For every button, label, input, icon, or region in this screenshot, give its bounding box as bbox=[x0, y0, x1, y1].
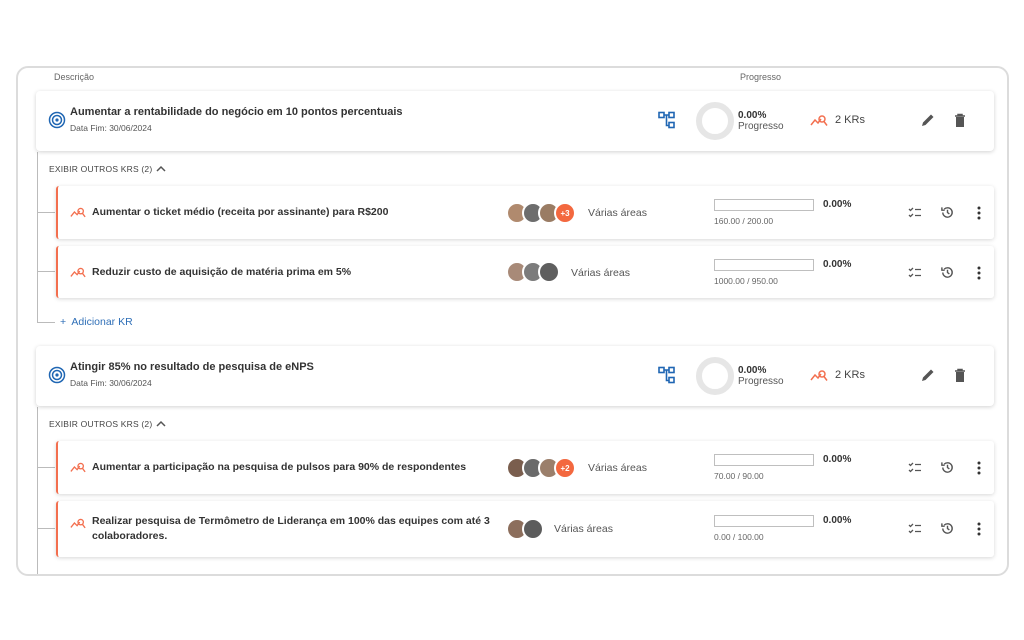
history-icon[interactable] bbox=[940, 205, 955, 220]
objective-card[interactable]: Atingir 85% no resultado de pesquisa de … bbox=[36, 346, 994, 406]
history-icon[interactable] bbox=[940, 521, 955, 536]
tree-line bbox=[37, 407, 38, 574]
tree-line bbox=[37, 152, 38, 322]
kr-count: 2 KRs bbox=[835, 369, 865, 381]
key-result-title[interactable]: Reduzir custo de aquisição de matéria pr… bbox=[92, 265, 351, 280]
objective-title[interactable]: Aumentar a rentabilidade do negócio em 1… bbox=[70, 106, 403, 118]
kr-count: 2 KRs bbox=[835, 114, 865, 126]
checklist-icon[interactable] bbox=[908, 206, 922, 220]
key-result-icon bbox=[810, 370, 828, 381]
more-avatars-badge[interactable]: +2 bbox=[554, 457, 576, 479]
kr-progress-value: 0.00% bbox=[823, 259, 852, 270]
progress-column-header: Progresso bbox=[740, 72, 782, 82]
checklist-icon[interactable] bbox=[908, 266, 922, 280]
trash-icon[interactable] bbox=[952, 367, 968, 383]
kr-progress-bar bbox=[714, 259, 814, 271]
target-icon bbox=[48, 366, 66, 384]
responsible-avatars[interactable] bbox=[506, 261, 560, 283]
toggle-other-krs[interactable]: EXIBIR OUTROS KRS (2) bbox=[49, 164, 152, 174]
objective-progress-label: Progresso bbox=[738, 376, 784, 387]
kr-current-target: 70.00 / 90.00 bbox=[714, 471, 764, 481]
objective-card[interactable]: Aumentar a rentabilidade do negócio em 1… bbox=[36, 91, 994, 151]
objective-progress-value: 0.00% bbox=[738, 365, 767, 376]
key-result-icon bbox=[810, 115, 828, 126]
key-result-title[interactable]: Aumentar a participação na pesquisa de p… bbox=[92, 460, 466, 475]
objective-title[interactable]: Atingir 85% no resultado de pesquisa de … bbox=[70, 361, 314, 373]
areas-label: Várias áreas bbox=[588, 207, 647, 219]
toggle-other-krs[interactable]: EXIBIR OUTROS KRS (2) bbox=[49, 419, 152, 429]
tree-branch bbox=[37, 528, 55, 529]
target-icon bbox=[48, 111, 66, 129]
more-options-icon[interactable] bbox=[976, 206, 982, 220]
tree-branch bbox=[37, 212, 55, 213]
checklist-icon[interactable] bbox=[908, 461, 922, 475]
kr-progress-bar bbox=[714, 454, 814, 466]
tree-branch bbox=[37, 271, 55, 272]
checklist-icon[interactable] bbox=[908, 522, 922, 536]
more-options-icon[interactable] bbox=[976, 266, 982, 280]
objective-end-date: Data Fim: 30/06/2024 bbox=[70, 123, 152, 133]
history-icon[interactable] bbox=[940, 460, 955, 475]
kr-current-target: 0.00 / 100.00 bbox=[714, 532, 764, 542]
objective-progress-label: Progresso bbox=[738, 121, 784, 132]
key-result-icon bbox=[70, 207, 86, 218]
key-result-card[interactable]: Realizar pesquisa de Termômetro de Lider… bbox=[56, 501, 994, 557]
key-result-title[interactable]: Realizar pesquisa de Termômetro de Lider… bbox=[92, 514, 502, 544]
tree-branch bbox=[37, 322, 55, 323]
trash-icon[interactable] bbox=[952, 112, 968, 128]
key-result-icon bbox=[70, 267, 86, 278]
okr-panel: Descrição Progresso Aumentar a rentabili… bbox=[16, 66, 1009, 576]
plus-icon: + bbox=[60, 316, 67, 328]
kr-progress-value: 0.00% bbox=[823, 454, 852, 465]
key-result-card[interactable]: Reduzir custo de aquisição de matéria pr… bbox=[56, 246, 994, 298]
key-result-card[interactable]: Aumentar o ticket médio (receita por ass… bbox=[56, 186, 994, 239]
kr-current-target: 1000.00 / 950.00 bbox=[714, 276, 778, 286]
hierarchy-icon[interactable] bbox=[658, 111, 676, 129]
more-options-icon[interactable] bbox=[976, 522, 982, 536]
kr-current-target: 160.00 / 200.00 bbox=[714, 216, 774, 226]
key-result-title[interactable]: Aumentar o ticket médio (receita por ass… bbox=[92, 205, 388, 220]
key-result-card[interactable]: Aumentar a participação na pesquisa de p… bbox=[56, 441, 994, 494]
edit-icon[interactable] bbox=[920, 112, 936, 128]
hierarchy-icon[interactable] bbox=[658, 366, 676, 384]
description-column-header: Descrição bbox=[54, 72, 95, 82]
areas-label: Várias áreas bbox=[588, 462, 647, 474]
responsible-avatars[interactable]: +2 bbox=[506, 457, 576, 479]
kr-progress-value: 0.00% bbox=[823, 199, 852, 210]
tree-branch bbox=[37, 467, 55, 468]
areas-label: Várias áreas bbox=[554, 523, 613, 535]
objective-end-date: Data Fim: 30/06/2024 bbox=[70, 378, 152, 388]
add-kr-link[interactable]: + Adicionar KR bbox=[60, 316, 133, 328]
responsible-avatars[interactable] bbox=[506, 518, 544, 540]
edit-icon[interactable] bbox=[920, 367, 936, 383]
progress-donut bbox=[696, 357, 734, 395]
key-result-icon bbox=[70, 462, 86, 473]
areas-label: Várias áreas bbox=[571, 267, 630, 279]
chevron-up-icon[interactable] bbox=[155, 164, 167, 174]
kr-progress-bar bbox=[714, 515, 814, 527]
key-result-icon bbox=[70, 518, 86, 529]
avatar bbox=[538, 261, 560, 283]
add-kr-label: Adicionar KR bbox=[71, 316, 133, 328]
responsible-avatars[interactable]: +3 bbox=[506, 202, 576, 224]
avatar bbox=[522, 518, 544, 540]
objective-progress-value: 0.00% bbox=[738, 110, 767, 121]
progress-donut bbox=[696, 102, 734, 140]
more-avatars-badge[interactable]: +3 bbox=[554, 202, 576, 224]
kr-progress-value: 0.00% bbox=[823, 515, 852, 526]
more-options-icon[interactable] bbox=[976, 461, 982, 475]
chevron-up-icon[interactable] bbox=[155, 419, 167, 429]
kr-progress-bar bbox=[714, 199, 814, 211]
history-icon[interactable] bbox=[940, 265, 955, 280]
